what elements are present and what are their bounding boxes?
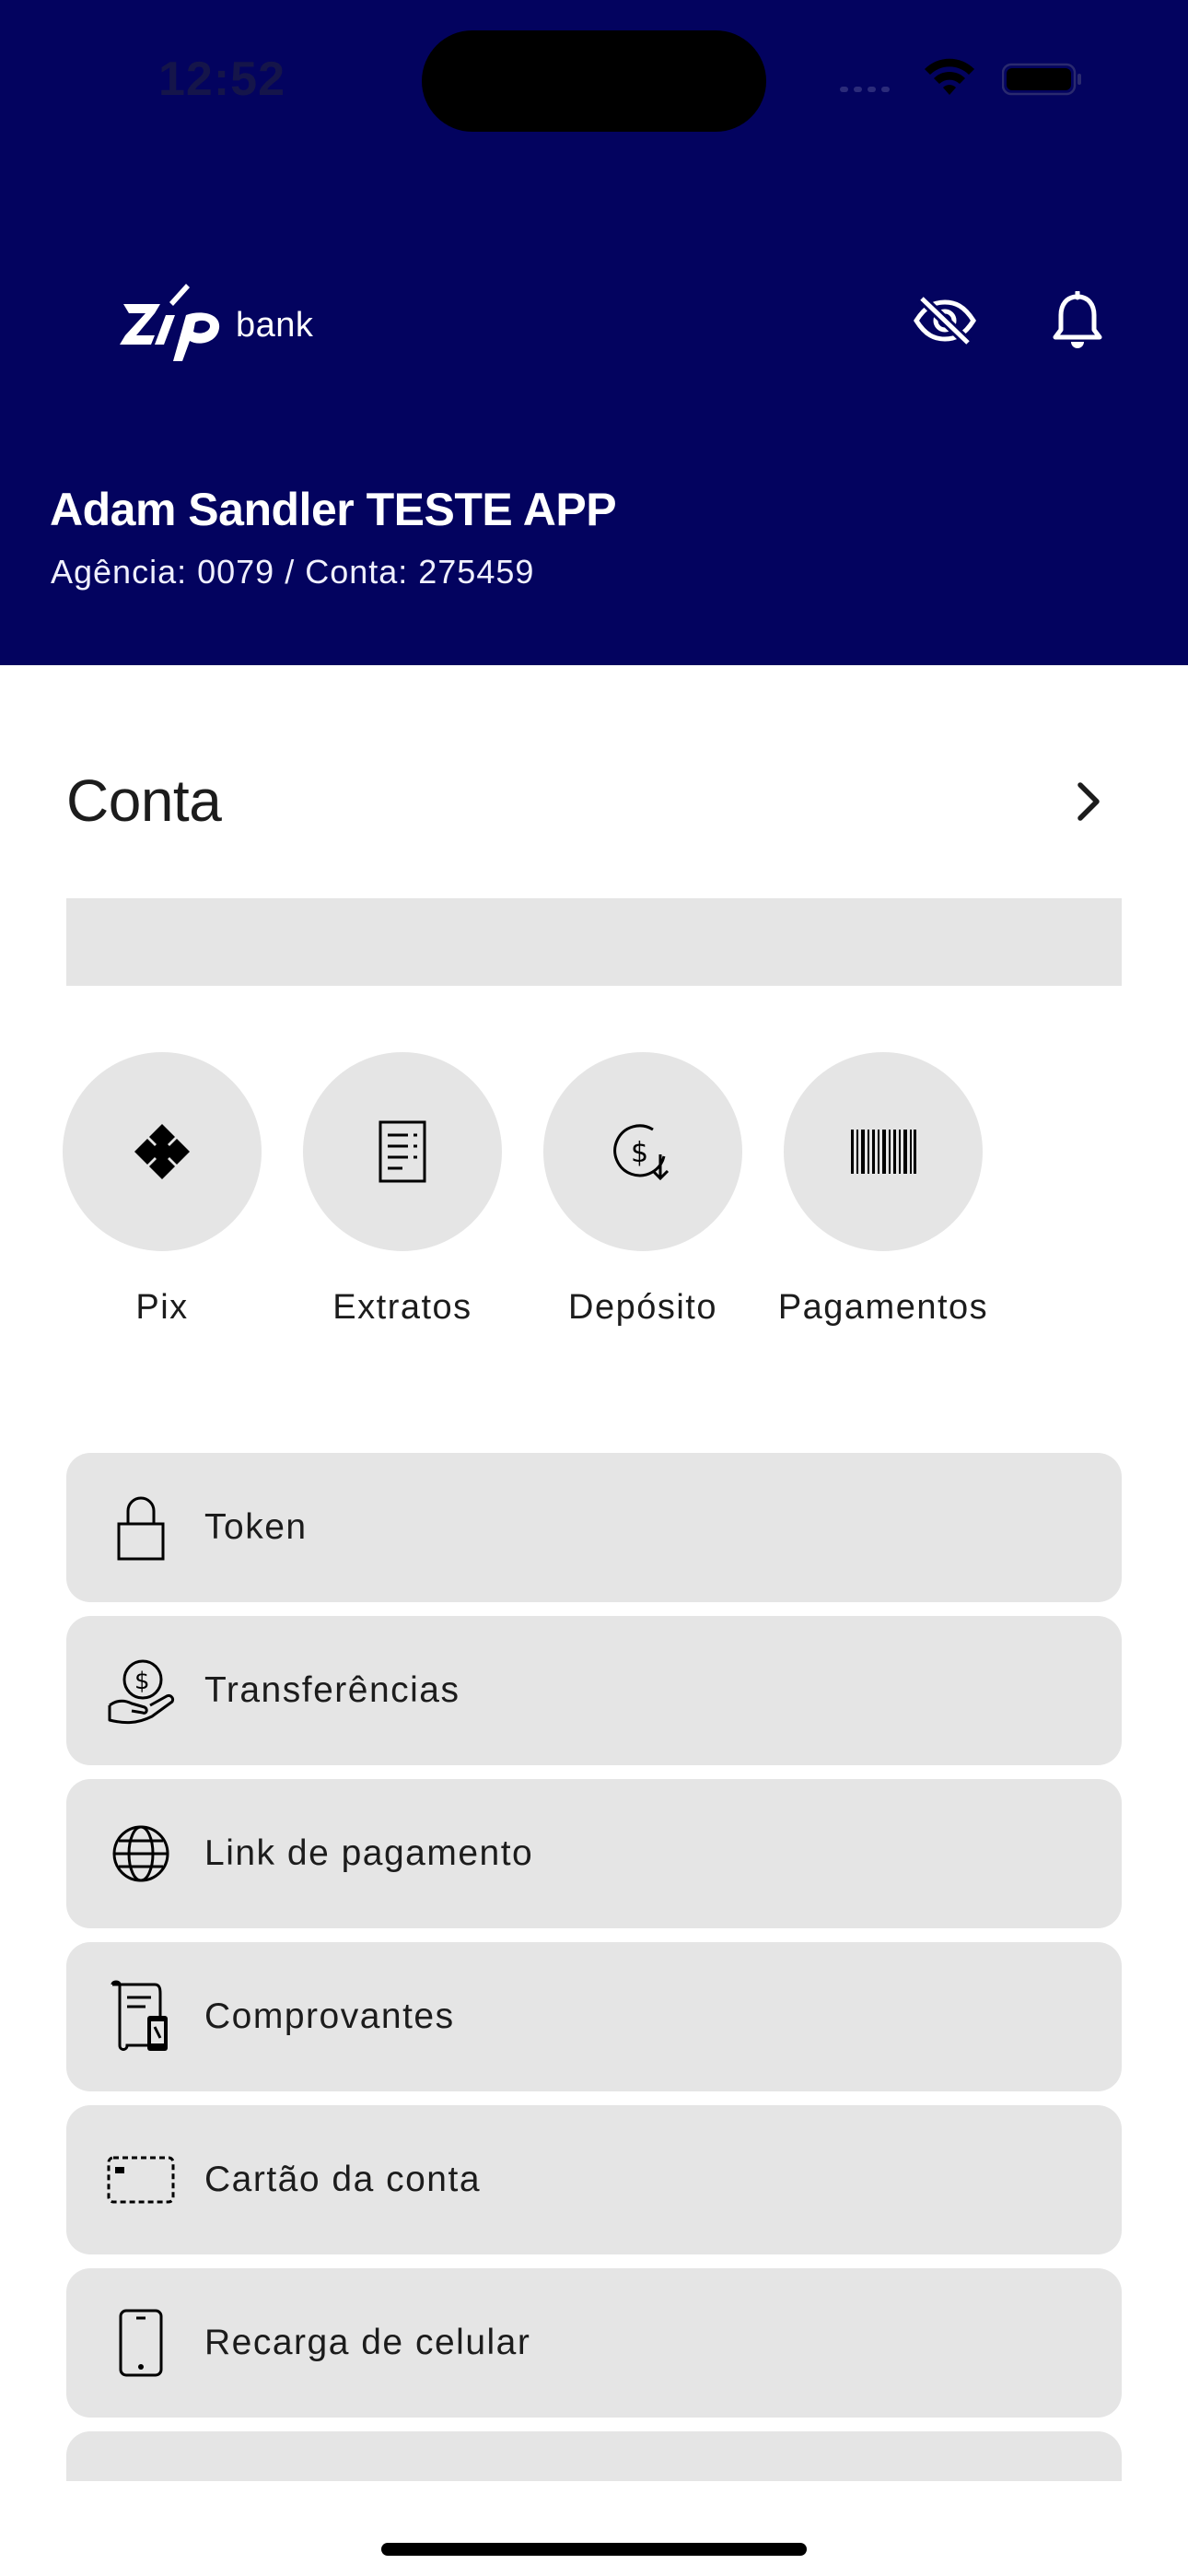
card-icon bbox=[99, 2138, 182, 2221]
quick-action-pix[interactable]: Pix bbox=[42, 1052, 282, 1328]
bell-icon bbox=[1053, 291, 1102, 348]
menu-item-comprovantes[interactable]: Comprovantes bbox=[66, 1942, 1122, 2091]
quick-action-label: Depósito bbox=[568, 1288, 717, 1327]
section-title-conta: Conta bbox=[66, 767, 222, 834]
cellular-signal-icon bbox=[840, 87, 890, 92]
globe-icon bbox=[99, 1812, 182, 1895]
menu-item-label: Comprovantes bbox=[204, 1996, 455, 2036]
status-time: 12:52 bbox=[158, 53, 285, 106]
menu-item-label: Token bbox=[204, 1507, 308, 1547]
chevron-right-icon bbox=[1077, 782, 1100, 821]
menu-item-label: Transferências bbox=[204, 1670, 460, 1710]
hand-money-icon: $ bbox=[99, 1649, 182, 1732]
logo-text: bank bbox=[236, 305, 314, 345]
deposit-icon: $ bbox=[613, 1124, 670, 1181]
bottom-area bbox=[0, 2481, 1188, 2576]
account-details-button[interactable] bbox=[1059, 772, 1118, 831]
quick-action-label: Pagamentos bbox=[777, 1288, 989, 1327]
notifications-button[interactable] bbox=[1046, 287, 1109, 354]
quick-action-circle[interactable] bbox=[63, 1052, 262, 1251]
status-bar: 12:52 bbox=[0, 0, 1188, 157]
quick-action-pagamentos[interactable]: Pagamentos bbox=[763, 1052, 1003, 1328]
hide-balance-button[interactable] bbox=[907, 287, 983, 354]
menu-item-cartao-da-conta[interactable]: Cartão da conta bbox=[66, 2105, 1122, 2254]
balance-placeholder bbox=[66, 898, 1122, 986]
menu-item-recarga-de-celular[interactable]: Recarga de celular bbox=[66, 2268, 1122, 2418]
menu-item-transferencias[interactable]: $ Transferências bbox=[66, 1616, 1122, 1765]
home-indicator[interactable] bbox=[381, 2543, 807, 2556]
receipt-icon bbox=[99, 1975, 182, 2058]
quick-action-circle[interactable] bbox=[303, 1052, 502, 1251]
account-info: Agência: 0079 / Conta: 275459 bbox=[51, 553, 535, 591]
menu-item-label: Recarga de celular bbox=[204, 2323, 531, 2362]
menu-list: Token $ Transferências Link de pagamento bbox=[66, 1453, 1122, 2576]
header: 12:52 bank Adam Sandler TESTE APP Agênci… bbox=[0, 0, 1188, 665]
quick-actions: Pix Extratos $ Depósito Pagamentos bbox=[0, 1052, 1188, 1338]
menu-item-label: Cartão da conta bbox=[204, 2160, 482, 2199]
menu-item-label: Link de pagamento bbox=[204, 1833, 534, 1873]
quick-action-circle[interactable]: $ bbox=[543, 1052, 742, 1251]
quick-action-label: Extratos bbox=[332, 1288, 472, 1327]
svg-text:$: $ bbox=[134, 1668, 150, 1695]
phone-icon bbox=[99, 2301, 182, 2384]
quick-action-deposito[interactable]: $ Depósito bbox=[523, 1052, 763, 1328]
pix-icon bbox=[134, 1124, 190, 1179]
quick-action-extratos[interactable]: Extratos bbox=[283, 1052, 522, 1328]
eye-off-icon bbox=[914, 295, 976, 346]
lock-icon bbox=[99, 1486, 182, 1569]
statement-icon bbox=[379, 1120, 426, 1183]
quick-action-circle[interactable] bbox=[784, 1052, 983, 1251]
zip-logo-mark bbox=[120, 284, 220, 361]
battery-icon bbox=[1002, 63, 1081, 96]
quick-action-label: Pix bbox=[135, 1288, 189, 1327]
user-name: Adam Sandler TESTE APP bbox=[50, 484, 617, 535]
menu-item-token[interactable]: Token bbox=[66, 1453, 1122, 1602]
wifi-icon bbox=[925, 58, 974, 95]
dynamic-island bbox=[422, 30, 766, 132]
zip-bank-logo: bank bbox=[118, 276, 320, 369]
svg-text:$: $ bbox=[631, 1137, 648, 1169]
barcode-icon bbox=[851, 1130, 916, 1174]
menu-item-link-de-pagamento[interactable]: Link de pagamento bbox=[66, 1779, 1122, 1928]
